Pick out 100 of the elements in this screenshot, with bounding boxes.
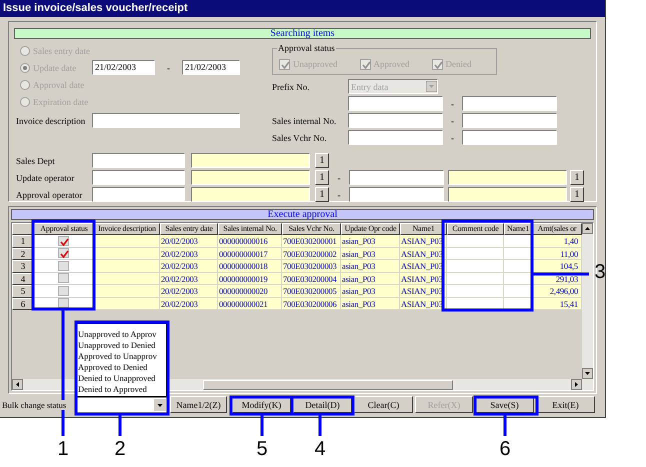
- lookup-button[interactable]: 1: [570, 170, 584, 185]
- table-cell: [504, 260, 532, 272]
- table-cell: [504, 235, 532, 248]
- field-label: Prefix No.: [272, 80, 310, 92]
- column-header[interactable]: Sales entry date: [160, 223, 218, 235]
- checkbox[interactable]: [58, 260, 69, 271]
- input-field[interactable]: [92, 153, 185, 168]
- input-field[interactable]: [348, 113, 443, 128]
- table-cell: [94, 285, 160, 298]
- arrow-down-icon[interactable]: [582, 368, 593, 379]
- input-field[interactable]: [348, 96, 443, 111]
- input-field[interactable]: [448, 170, 567, 185]
- input-field[interactable]: [92, 170, 185, 185]
- field-label: Approval operator: [15, 188, 84, 200]
- table-cell: asian_P03: [341, 235, 400, 248]
- dropdown-option[interactable]: Denied to Approved: [77, 384, 166, 395]
- lookup-button[interactable]: 1: [570, 187, 584, 202]
- checkbox[interactable]: [58, 286, 69, 296]
- input-field[interactable]: [462, 113, 557, 128]
- table-cell: 20/02/2003: [160, 298, 218, 310]
- input-field[interactable]: [462, 96, 557, 111]
- arrow-right-icon[interactable]: [571, 379, 582, 390]
- action-button[interactable]: Clear(C): [354, 396, 413, 413]
- table-cell: 20/02/2003: [160, 235, 218, 248]
- dropdown-option[interactable]: Approved to Denied: [77, 362, 166, 373]
- column-header[interactable]: Sales internal No.: [218, 223, 282, 235]
- lookup-button[interactable]: 1: [315, 187, 329, 202]
- input-field[interactable]: [191, 153, 310, 168]
- input-field[interactable]: [448, 187, 567, 202]
- table-cell: asian_P03: [341, 272, 400, 285]
- callout-frame: [290, 396, 354, 436]
- checkmark-icon: [362, 60, 370, 68]
- lookup-button[interactable]: 1: [315, 170, 329, 185]
- bulk-change-select[interactable]: [76, 397, 167, 412]
- column-header[interactable]: Approval status: [34, 223, 94, 235]
- action-button[interactable]: Exit(E): [536, 396, 595, 413]
- table-cell: 000000000021: [218, 298, 282, 310]
- input-field[interactable]: [191, 187, 310, 202]
- column-header[interactable]: Sales Vchr No.: [282, 223, 341, 235]
- column-header[interactable]: Invoice description: [94, 223, 160, 235]
- table-cell: [447, 272, 504, 285]
- window-title: Issue invoice/sales voucher/receipt: [0, 0, 605, 17]
- table-cell: asian_P03: [341, 248, 400, 260]
- input-field[interactable]: 21/02/2003: [92, 60, 155, 75]
- callout-frame: [230, 396, 294, 436]
- table-cell: 700E030200002: [282, 248, 341, 260]
- table-cell: asian_P03: [341, 260, 400, 272]
- column-header[interactable]: Name1: [504, 223, 532, 235]
- field-label: Update operator: [15, 172, 76, 184]
- input-field[interactable]: [92, 113, 240, 128]
- callout-number: 1: [57, 438, 69, 460]
- dropdown-option[interactable]: Approved to Unapprov: [77, 351, 166, 362]
- input-field[interactable]: [462, 130, 557, 145]
- input-field[interactable]: [92, 187, 185, 202]
- checkbox[interactable]: [58, 236, 69, 246]
- input-field[interactable]: [348, 130, 443, 145]
- lookup-button[interactable]: 1: [315, 153, 329, 168]
- dropdown-option[interactable]: Denied to Unapproved: [77, 373, 166, 384]
- field-label: Sales internal No.: [272, 114, 338, 126]
- table-cell: 20/02/2003: [160, 272, 218, 285]
- column-header[interactable]: Update Opr code: [341, 223, 400, 235]
- arrow-left-icon[interactable]: [12, 379, 23, 390]
- range-dash: -: [166, 62, 171, 74]
- field-label: Sales Dept: [15, 154, 56, 166]
- checkbox[interactable]: [58, 273, 69, 284]
- dropdown-arrow-icon: [426, 81, 437, 92]
- row-number: 3: [12, 260, 34, 272]
- callout-number: 6: [499, 438, 511, 460]
- vertical-scrollbar[interactable]: [582, 223, 593, 390]
- column-header[interactable]: Amt(sales or: [532, 223, 582, 235]
- checkbox[interactable]: [58, 248, 69, 258]
- action-button[interactable]: Name1/2(Z): [170, 396, 227, 413]
- row-number: 5: [12, 285, 34, 298]
- table-cell: 000000000020: [218, 285, 282, 298]
- input-field[interactable]: [349, 187, 444, 202]
- table-cell: [447, 260, 504, 272]
- table-cell: 700E030200004: [282, 272, 341, 285]
- dropdown-option[interactable]: Unapproved to Denied: [77, 340, 166, 351]
- corner-header: [12, 223, 34, 235]
- table-cell: [447, 285, 504, 298]
- checkbox[interactable]: [58, 298, 69, 308]
- arrow-up-icon[interactable]: [582, 223, 593, 234]
- section-header: Execute approval: [11, 209, 594, 220]
- table-cell: [94, 235, 160, 248]
- field-label: Bulk change status: [2, 400, 66, 410]
- input-field[interactable]: 21/02/2003: [182, 60, 240, 75]
- input-field[interactable]: [191, 170, 310, 185]
- table-cell: 000000000018: [218, 260, 282, 272]
- range-dash: -: [450, 114, 455, 126]
- table-cell: 20/02/2003: [160, 248, 218, 260]
- dropdown-option[interactable]: Unapproved to Approv: [77, 329, 166, 340]
- input-field[interactable]: [349, 170, 444, 185]
- table-cell: 700E030200001: [282, 235, 341, 248]
- table-cell: 000000000019: [218, 272, 282, 285]
- column-header[interactable]: Name1: [400, 223, 447, 235]
- callout-number: 5: [256, 438, 268, 460]
- callout-number: 4: [314, 438, 326, 460]
- table-cell: asian_P03: [341, 285, 400, 298]
- group-legend: Approval status: [277, 42, 336, 54]
- column-header[interactable]: Comment code: [447, 223, 504, 235]
